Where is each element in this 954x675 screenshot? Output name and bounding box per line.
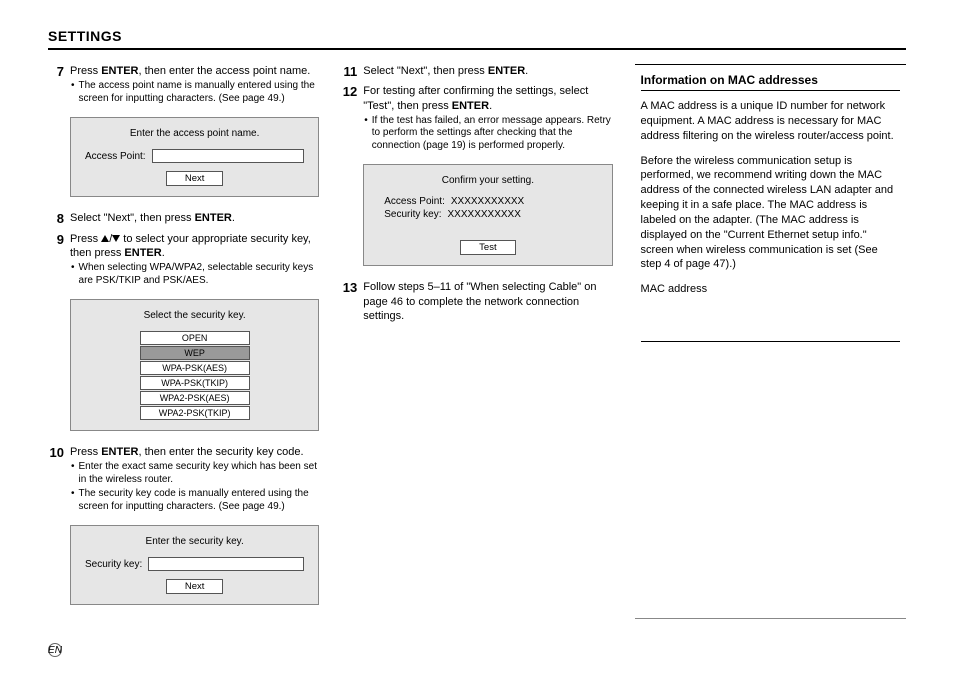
mac-address-line [641, 341, 900, 342]
panel-access-point: Enter the access point name. Access Poin… [70, 117, 319, 197]
panel-title: Confirm your setting. [374, 175, 601, 186]
panel-security-key-input: Enter the security key. Security key: Ne… [70, 525, 319, 605]
panel-confirm: Confirm your setting. Access Point: XXXX… [363, 164, 612, 266]
option-wpa-psk-aes[interactable]: WPA-PSK(AES) [140, 361, 250, 375]
step-9: 9 Press / to select your appropriate sec… [48, 232, 319, 290]
access-point-label: Access Point: [85, 151, 146, 162]
confirm-ap-label: Access Point: [384, 196, 445, 207]
step-8: 8 Select "Next", then press ENTER. [48, 211, 319, 227]
option-wep[interactable]: WEP [140, 346, 250, 360]
access-point-input[interactable] [152, 149, 305, 163]
bullet: Enter the exact same security key which … [70, 461, 319, 486]
security-key-input[interactable] [148, 557, 304, 571]
step-text: Press ENTER, then enter the security key… [70, 445, 319, 459]
step-text: Select "Next", then press ENTER. [70, 211, 319, 225]
option-open[interactable]: OPEN [140, 331, 250, 345]
step-10: 10 Press ENTER, then enter the security … [48, 445, 319, 515]
panel-title: Select the security key. [81, 310, 308, 321]
confirm-sk-label: Security key: [384, 209, 441, 220]
content-columns: 7 Press ENTER, then enter the access poi… [48, 64, 906, 619]
step-number: 13 [341, 280, 363, 325]
next-button[interactable]: Next [166, 579, 224, 594]
security-key-label: Security key: [85, 559, 142, 570]
panel-title: Enter the access point name. [81, 128, 308, 139]
step-12: 12 For testing after confirming the sett… [341, 84, 612, 154]
language-icon: EN [48, 643, 62, 657]
column-middle: 11 Select "Next", then press ENTER. 12 F… [341, 64, 612, 619]
step-number: 11 [341, 64, 363, 80]
bullet: The security key code is manually entere… [70, 488, 319, 513]
confirm-sk-value: XXXXXXXXXXX [448, 209, 521, 220]
step-text: For testing after confirming the setting… [363, 84, 612, 113]
info-paragraph: Before the wireless communication setup … [641, 154, 900, 273]
panel-security-key-select: Select the security key. OPEN WEP WPA-PS… [70, 299, 319, 431]
bullet: When selecting WPA/WPA2, selectable secu… [70, 262, 319, 287]
info-box: Information on MAC addresses A MAC addre… [635, 64, 906, 619]
step-text: Press ENTER, then enter the access point… [70, 64, 319, 78]
step-number: 7 [48, 64, 70, 107]
arrow-up-icon [101, 235, 109, 242]
step-text: Select "Next", then press ENTER. [363, 64, 612, 78]
step-7: 7 Press ENTER, then enter the access poi… [48, 64, 319, 107]
info-heading: Information on MAC addresses [641, 73, 900, 91]
step-13: 13 Follow steps 5–11 of "When selecting … [341, 280, 612, 325]
panel-title: Enter the security key. [81, 536, 308, 547]
column-left: 7 Press ENTER, then enter the access poi… [48, 64, 319, 619]
option-wpa-psk-tkip[interactable]: WPA-PSK(TKIP) [140, 376, 250, 390]
step-number: 9 [48, 232, 70, 290]
bullet: If the test has failed, an error message… [363, 115, 612, 153]
mac-address-label: MAC address [641, 282, 900, 297]
info-paragraph: A MAC address is a unique ID number for … [641, 99, 900, 144]
next-button[interactable]: Next [166, 171, 224, 186]
page-title: SETTINGS [48, 28, 906, 50]
bullet: The access point name is manually entere… [70, 80, 319, 105]
confirm-ap-value: XXXXXXXXXXX [451, 196, 524, 207]
option-wpa2-psk-aes[interactable]: WPA2-PSK(AES) [140, 391, 250, 405]
option-wpa2-psk-tkip[interactable]: WPA2-PSK(TKIP) [140, 406, 250, 420]
step-11: 11 Select "Next", then press ENTER. [341, 64, 612, 80]
step-text: Follow steps 5–11 of "When selecting Cab… [363, 280, 612, 323]
test-button[interactable]: Test [460, 240, 515, 255]
step-number: 12 [341, 84, 363, 154]
step-text: Press / to select your appropriate secur… [70, 232, 319, 261]
step-number: 10 [48, 445, 70, 515]
step-number: 8 [48, 211, 70, 227]
